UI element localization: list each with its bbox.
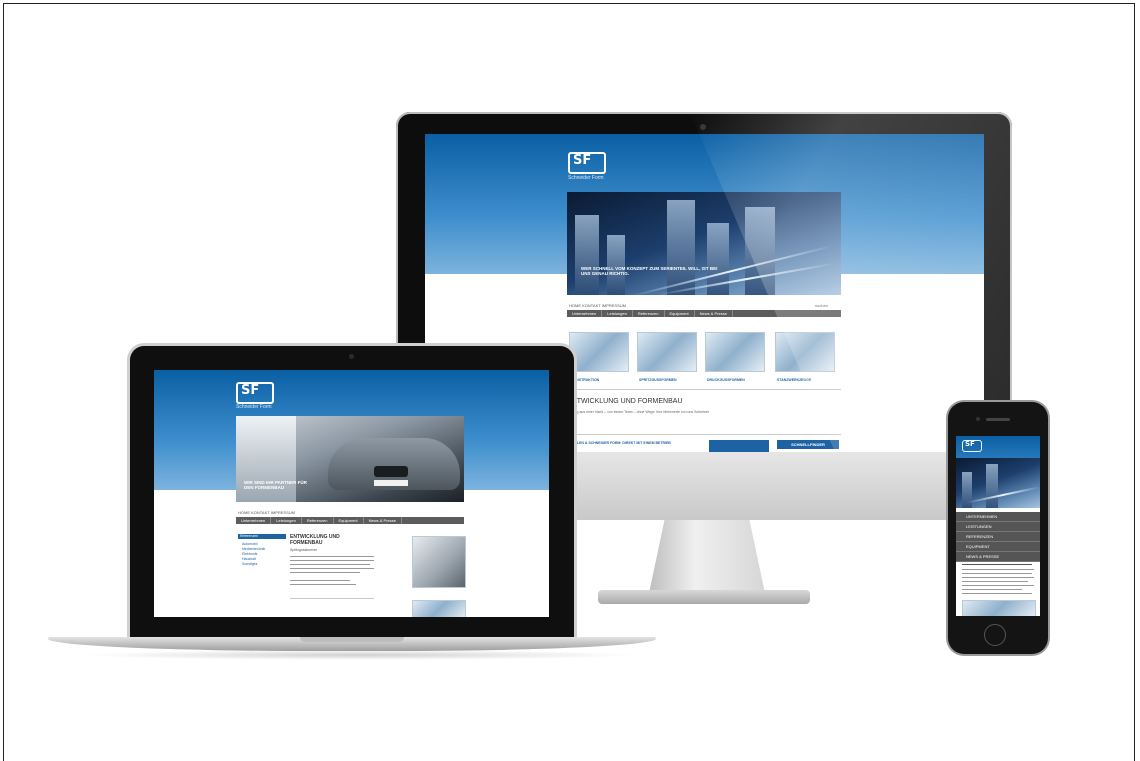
service-thumbnail[interactable] — [637, 332, 697, 372]
phone-speaker — [986, 418, 1010, 421]
sidebar-list: Automobil Medizintechnik Elektronik Haus… — [242, 542, 265, 567]
hero-car-grille — [374, 466, 408, 477]
hero-car-plate — [374, 480, 408, 486]
article-text-line — [290, 580, 350, 581]
article-subtitle: Spritzgussformen — [290, 548, 318, 552]
nav-item[interactable]: Equipment — [334, 517, 364, 524]
divider — [567, 389, 841, 390]
hero-building — [575, 215, 599, 295]
article-title: Entwicklung und Formenbau — [290, 534, 340, 546]
article-text-line — [290, 564, 370, 565]
banner-block — [709, 440, 769, 452]
quickfinder-button[interactable]: SCHNELLFINDER — [777, 440, 839, 449]
nav-item[interactable]: Referenzen — [633, 310, 665, 317]
monitor-camera — [700, 124, 706, 130]
nav-item[interactable]: Leistungen — [602, 310, 633, 317]
hero-image: Wir sind Ihr Partner für den Formenbau — [236, 416, 464, 502]
banner-text: SCHALEN & SCHNEIDER FORM: DIREKT MIT EIN… — [567, 441, 671, 445]
text-line — [962, 581, 1028, 582]
sidebar-item[interactable]: Sonstiges — [242, 562, 265, 567]
section-text: Lösung aus einer Hand – von einem Team –… — [567, 410, 710, 414]
text-line — [962, 573, 1032, 574]
top-links[interactable]: HOME KONTAKT IMPRESSUM — [569, 303, 626, 308]
site-logo: SF — [241, 383, 260, 398]
laptop-camera — [349, 354, 354, 359]
article-text-line — [290, 556, 374, 557]
text-line — [962, 589, 1022, 590]
nav-item[interactable]: Referenzen — [302, 517, 334, 524]
service-caption[interactable]: Stanzwerkzeuge — [777, 378, 811, 382]
divider — [290, 598, 374, 599]
top-links[interactable]: HOME KONTAKT IMPRESSUM — [238, 510, 295, 515]
nav-item[interactable]: News & Presse — [695, 310, 733, 317]
site-logo: SF — [573, 153, 592, 168]
mobile-menu-item[interactable]: Equipment — [956, 542, 1040, 552]
sidebar-title: Referenzen — [238, 534, 286, 539]
site-logo-subtitle: Schneider Form — [236, 404, 272, 410]
hero-image: Wer Schnell vom Konzept zum Serienteil w… — [567, 192, 841, 295]
nav-item[interactable]: Unternehmen — [236, 517, 272, 524]
article-text-line — [290, 572, 360, 573]
main-nav: Unternehmen Leistungen Referenzen Equipm… — [236, 517, 464, 524]
service-caption[interactable]: Spritzgussformen — [639, 378, 677, 382]
text-line — [962, 564, 1032, 565]
mobile-menu-item[interactable]: Leistungen — [956, 522, 1040, 532]
article-image[interactable] — [412, 536, 466, 588]
nav-item[interactable]: Leistungen — [271, 517, 302, 524]
text-line — [962, 569, 1034, 570]
phone-screen: SF Unternehmen Leistungen Referenzen Equ… — [956, 436, 1040, 616]
laptop-shadow — [80, 650, 640, 660]
laptop-screen: SF Schneider Form Wir sind Ihr Partner f… — [154, 370, 549, 617]
article-image[interactable] — [412, 600, 466, 617]
search-label[interactable]: suchen — [815, 303, 828, 308]
site-logo-subtitle: Schneider Form — [568, 175, 604, 181]
nav-item[interactable]: Unternehmen — [567, 310, 603, 317]
monitor-foot — [598, 590, 810, 604]
mobile-menu-item[interactable]: News & Presse — [956, 552, 1040, 562]
service-thumbnail[interactable] — [775, 332, 835, 372]
text-line — [962, 593, 1032, 594]
phone-camera — [976, 417, 980, 421]
mobile-menu-item[interactable]: Referenzen — [956, 532, 1040, 542]
nav-item[interactable]: News & Presse — [364, 517, 402, 524]
mobile-menu: Unternehmen Leistungen Referenzen Equipm… — [956, 512, 1040, 562]
main-nav: Unternehmen Leistungen Referenzen Equipm… — [567, 310, 841, 317]
service-thumbnail[interactable] — [705, 332, 765, 372]
hero-building — [986, 464, 998, 508]
site-logo: SF — [965, 440, 975, 448]
monitor-stand — [648, 520, 766, 598]
section-title: ENTWICKLUNG UND FORMENBAU — [567, 398, 683, 405]
hero-caption: Wir sind Ihr Partner für den Formenbau — [244, 480, 307, 491]
text-line — [962, 585, 1034, 586]
nav-item[interactable]: Equipment — [665, 310, 695, 317]
service-caption[interactable]: Druckgussformen — [707, 378, 745, 382]
service-caption[interactable]: Konstruktion — [571, 378, 599, 382]
phone-home-button[interactable] — [984, 624, 1006, 646]
article-text-line — [290, 568, 374, 569]
article-text-line — [290, 584, 356, 585]
service-thumbnail[interactable] — [569, 332, 629, 372]
article-text-line — [290, 560, 374, 561]
hero-light-streak — [966, 486, 1040, 504]
hero-image — [956, 458, 1040, 508]
mobile-menu-item[interactable]: Unternehmen — [956, 512, 1040, 522]
text-line — [962, 577, 1034, 578]
divider — [567, 434, 841, 435]
hero-caption: Wer Schnell vom Konzept zum Serienteil w… — [581, 266, 718, 277]
hero-building — [745, 207, 775, 295]
laptop-notch — [300, 637, 404, 642]
hero-building — [607, 235, 625, 295]
content-image[interactable] — [962, 600, 1036, 616]
